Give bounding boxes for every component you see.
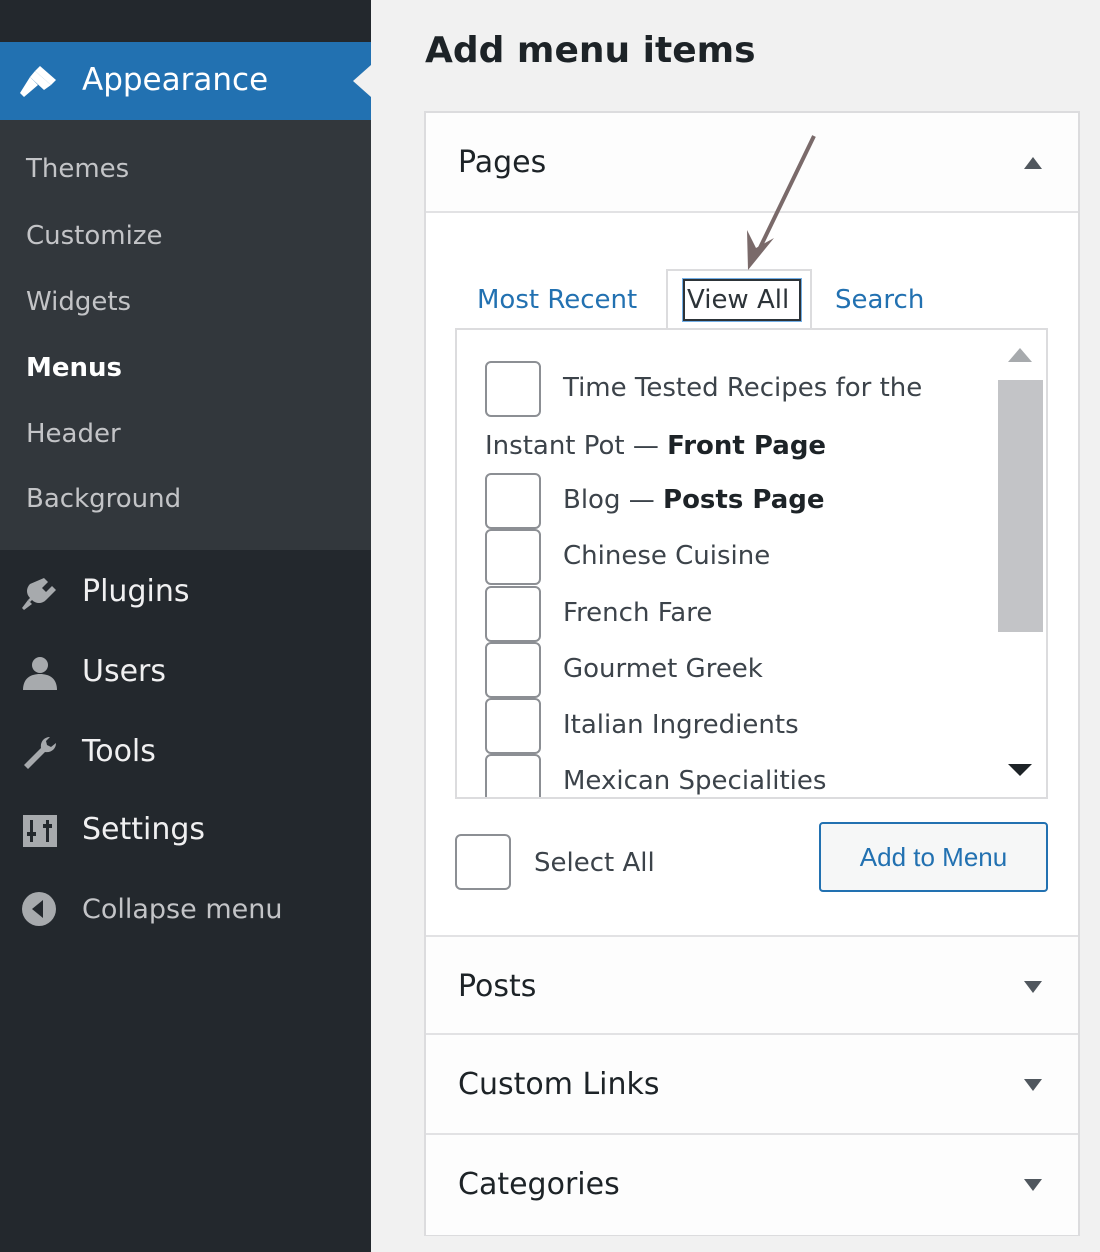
- scroll-down-arrow[interactable]: [1008, 764, 1032, 776]
- sidebar-item-users[interactable]: Users: [0, 642, 371, 702]
- page-label: Italian Ingredients: [563, 710, 799, 740]
- sidebar-item-settings[interactable]: Settings: [0, 800, 371, 860]
- section-title: Posts: [458, 969, 537, 1004]
- section-title: Categories: [458, 1167, 620, 1202]
- scroll-up-arrow[interactable]: [1008, 348, 1032, 362]
- categories-section-header[interactable]: Categories: [426, 1135, 1078, 1235]
- page-checkbox[interactable]: [485, 642, 541, 698]
- page-label: French Fare: [563, 598, 713, 628]
- sidebar-item-label: Plugins: [82, 574, 190, 609]
- custom-links-section-header[interactable]: Custom Links: [426, 1035, 1078, 1135]
- page-checkbox[interactable]: [485, 473, 541, 529]
- section-title: Custom Links: [458, 1067, 660, 1102]
- settings-sliders-icon: [23, 815, 57, 847]
- list-clip: Mexican Specialities: [457, 750, 994, 797]
- page-checkbox[interactable]: [485, 754, 541, 797]
- collapse-up-icon[interactable]: [1024, 157, 1042, 169]
- add-to-menu-button[interactable]: Add to Menu: [819, 822, 1048, 892]
- wrench-icon: [24, 737, 56, 769]
- annotation-arrow-icon: [747, 135, 816, 270]
- sidebar-item-appearance[interactable]: Appearance: [0, 42, 371, 120]
- submenu-item-customize[interactable]: Customize: [26, 221, 162, 251]
- page-checkbox[interactable]: [485, 529, 541, 585]
- submenu-item-themes[interactable]: Themes: [26, 154, 129, 184]
- page-label-continued: Instant Pot — Front Page: [485, 431, 827, 461]
- sidebar-item-label: Collapse menu: [82, 894, 283, 925]
- user-icon: [23, 657, 57, 690]
- submenu-item-widgets[interactable]: Widgets: [26, 287, 131, 317]
- page-checkbox[interactable]: [485, 361, 541, 417]
- collapse-arrow-icon: [22, 892, 56, 926]
- tab-most-recent[interactable]: Most Recent: [477, 285, 637, 315]
- submenu-item-header[interactable]: Header: [26, 419, 121, 449]
- submenu-item-menus[interactable]: Menus: [26, 353, 122, 383]
- select-all-label: Select All: [534, 848, 655, 878]
- tab-search[interactable]: Search: [835, 285, 924, 315]
- admin-sidebar: Appearance Themes Customize Widgets Menu…: [0, 0, 371, 1252]
- appearance-submenu: Themes Customize Widgets Menus Header Ba…: [0, 120, 371, 550]
- current-notch: [353, 65, 371, 97]
- sidebar-item-label: Settings: [82, 812, 206, 847]
- page-title: Add menu items: [425, 30, 756, 71]
- posts-section-header[interactable]: Posts: [426, 935, 1078, 1035]
- expand-down-icon[interactable]: [1024, 981, 1042, 993]
- sidebar-item-label: Tools: [82, 734, 156, 769]
- page-label: Blog — Posts Page: [563, 485, 825, 515]
- page-label: Mexican Specialities: [563, 766, 827, 796]
- page-checkbox[interactable]: [485, 698, 541, 754]
- section-title: Pages: [458, 145, 547, 180]
- expand-down-icon[interactable]: [1024, 1179, 1042, 1191]
- sidebar-item-tools[interactable]: Tools: [0, 722, 371, 782]
- submenu-item-background[interactable]: Background: [26, 484, 181, 514]
- expand-down-icon[interactable]: [1024, 1079, 1042, 1091]
- sidebar-item-plugins[interactable]: Plugins: [0, 562, 371, 622]
- sidebar-item-label: Users: [82, 654, 167, 689]
- page-label: Time Tested Recipes for the: [563, 373, 923, 403]
- plugin-icon: [22, 578, 56, 610]
- scrollbar-thumb[interactable]: [998, 380, 1043, 632]
- page-label: Chinese Cuisine: [563, 541, 771, 571]
- collapse-menu-button[interactable]: Collapse menu: [0, 878, 371, 938]
- page-checkbox[interactable]: [485, 586, 541, 642]
- tab-view-all[interactable]: View All: [683, 279, 801, 321]
- sidebar-top: [0, 0, 371, 42]
- select-all-checkbox[interactable]: [455, 834, 511, 890]
- paintbrush-icon: [20, 66, 56, 97]
- page-label: Gourmet Greek: [563, 654, 763, 684]
- sidebar-item-label: Appearance: [82, 62, 269, 98]
